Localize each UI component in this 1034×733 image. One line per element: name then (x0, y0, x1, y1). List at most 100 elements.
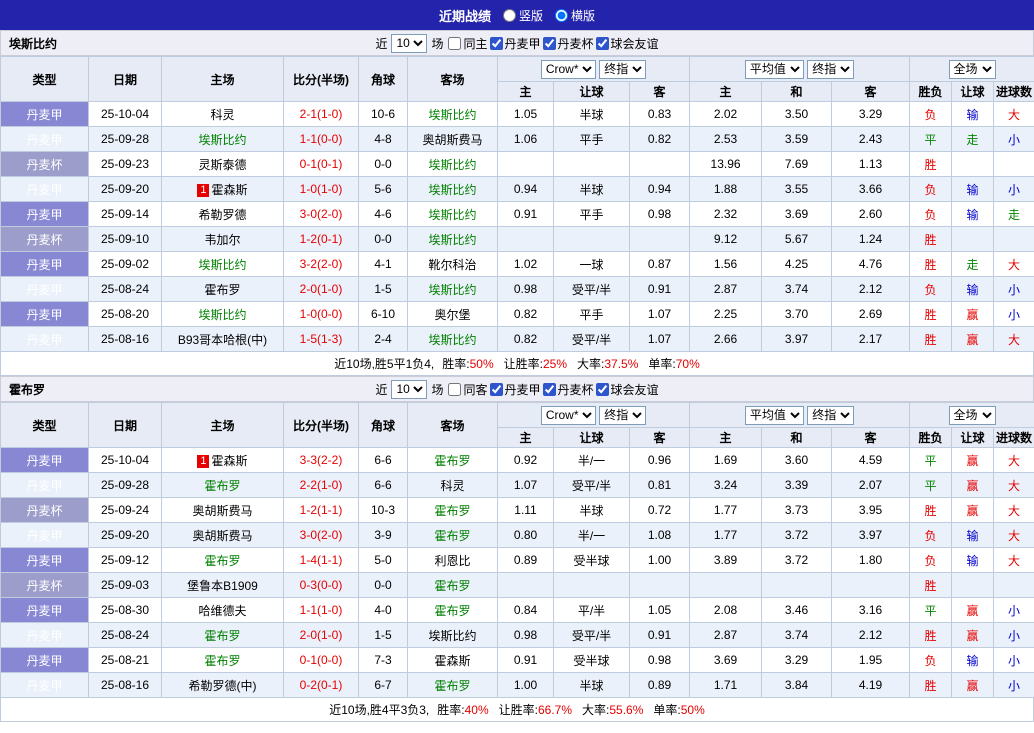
filter-checkbox[interactable]: 同客 (447, 381, 488, 398)
home-handicap-odds-cell: 1.00 (497, 672, 554, 698)
subcol-winlose: 胜负 (909, 427, 953, 448)
date-cell: 25-08-16 (88, 672, 162, 698)
euro-odds-type-select[interactable]: 平均值 (744, 59, 804, 79)
league-type-cell: 丹麦甲 (0, 301, 89, 327)
handicap-line-cell: 一球 (553, 251, 630, 277)
checkbox-input[interactable] (489, 382, 503, 396)
euro-away-odds-cell: 1.80 (831, 547, 911, 573)
home-team-name: 霍布罗 (204, 478, 241, 493)
col-header-date: 日期 (88, 56, 162, 102)
col-header-score: 比分(半场) (283, 56, 359, 102)
euro-home-odds-cell: 1.56 (689, 251, 763, 277)
handicap-result-cell: 赢 (951, 597, 995, 623)
handicap-line-cell: 受半球 (553, 547, 630, 573)
col-header-corner: 角球 (358, 402, 408, 448)
odds-company-select[interactable]: Crow* (540, 405, 596, 425)
filter-checkbox[interactable]: 同主 (447, 35, 488, 52)
odds-company-select[interactable]: Crow* (540, 59, 596, 79)
checkbox-input[interactable] (542, 382, 556, 396)
layout-radio-vertical[interactable]: 竖版 (502, 7, 543, 24)
handicap-result-cell: 输 (951, 547, 995, 573)
away-team-cell: 靴尔科治 (407, 251, 498, 277)
filter-checkbox[interactable]: 球会友谊 (595, 381, 659, 398)
col-header-away: 客场 (407, 56, 498, 102)
euro-away-odds-cell: 3.66 (831, 176, 911, 202)
euro-home-odds-cell: 2.87 (689, 276, 763, 302)
match-count-select[interactable]: 10 (391, 379, 428, 399)
away-handicap-odds-cell: 0.98 (628, 647, 691, 673)
result-scope-select[interactable]: 全场 (948, 59, 996, 79)
handicap-line-cell: 半球 (553, 101, 630, 127)
result-scope-select[interactable]: 全场 (948, 405, 996, 425)
rank-badge: 1 (197, 183, 210, 197)
handicap-line-cell (553, 572, 630, 598)
filter-checkbox[interactable]: 丹麦杯 (542, 381, 594, 398)
checkbox-input[interactable] (595, 36, 609, 50)
match-count-select[interactable]: 10 (391, 33, 428, 53)
score-cell: 0-3(0-0) (283, 572, 359, 598)
checkbox-input[interactable] (542, 36, 556, 50)
summary-stat-label: 单率: (653, 703, 681, 717)
record-summary: 近10场,胜4平3负3, 胜率:40% 让胜率:66.7% 大率:55.6% 单率:5… (0, 698, 1034, 722)
checkbox-input[interactable] (489, 36, 503, 50)
handicap-result-cell: 赢 (951, 472, 995, 498)
odds-time-select[interactable]: 终指 (599, 405, 647, 425)
score-cell: 0-2(0-1) (283, 672, 359, 698)
goals-result-cell: 大 (993, 251, 1034, 277)
score-cell: 1-2(1-1) (283, 497, 359, 523)
home-team-cell: 奥胡斯费马 (161, 497, 284, 523)
layout-radio-horizontal[interactable]: 横版 (555, 7, 595, 24)
home-team-cell: 哈维德夫 (161, 597, 284, 623)
home-team-name: 奥胡斯费马 (192, 503, 253, 518)
handicap-line-cell: 半/一 (553, 447, 630, 473)
checkbox-input[interactable] (448, 382, 462, 396)
euro-draw-odds-cell: 3.97 (761, 326, 833, 352)
team-section-header: 霍布罗 近 10 场 同客 丹麦甲 丹麦杯 球会友谊 (0, 376, 1034, 402)
away-handicap-odds-cell: 0.98 (628, 201, 691, 227)
euro-home-odds-cell: 2.25 (689, 301, 763, 327)
checkbox-input[interactable] (448, 36, 462, 50)
away-team-name: 埃斯比约 (428, 182, 477, 197)
date-cell: 25-09-20 (88, 176, 162, 202)
handicap-line-cell: 半球 (553, 672, 630, 698)
euro-odds-type-select[interactable]: 平均值 (744, 405, 804, 425)
home-team-cell: 科灵 (161, 101, 284, 127)
euro-odds-time-select[interactable]: 终指 (807, 59, 855, 79)
away-team-cell: 埃斯比约 (407, 276, 498, 302)
away-team-cell: 埃斯比约 (407, 622, 498, 648)
away-handicap-odds-cell: 1.08 (628, 522, 691, 548)
checkbox-label: 同主 (463, 36, 488, 51)
subcol-goals: 进球数 (993, 81, 1034, 102)
checkbox-label: 丹麦甲 (504, 382, 541, 397)
away-team-cell: 埃斯比约 (407, 201, 498, 227)
handicap-line-cell: 平手 (553, 201, 630, 227)
summary-stat-label: 让胜率: (498, 703, 538, 717)
euro-draw-odds-cell: 3.72 (761, 547, 833, 573)
euro-odds-group-header: 平均值 终指 (689, 56, 911, 82)
filter-checkbox[interactable]: 球会友谊 (595, 35, 659, 52)
horizontal-radio-input[interactable] (555, 8, 568, 22)
filter-checkbox[interactable]: 丹麦甲 (489, 35, 541, 52)
away-handicap-odds-cell: 0.72 (628, 497, 691, 523)
euro-away-odds-cell: 4.59 (831, 447, 911, 473)
corners-cell: 0-0 (358, 226, 408, 252)
euro-home-odds-cell: 2.53 (689, 126, 763, 152)
away-team-name: 霍布罗 (434, 503, 471, 518)
filter-checkbox[interactable]: 丹麦甲 (489, 381, 541, 398)
summary-stat: 胜率:50% (442, 355, 493, 372)
away-handicap-odds-cell: 0.96 (628, 447, 691, 473)
date-cell: 25-08-16 (88, 326, 162, 352)
away-team-name: 奥胡斯费马 (422, 132, 483, 147)
subcol-handicap-result: 让球 (951, 427, 995, 448)
euro-odds-time-select[interactable]: 终指 (807, 405, 855, 425)
away-handicap-odds-cell (628, 151, 691, 177)
date-cell: 25-09-28 (88, 126, 162, 152)
home-handicap-odds-cell: 0.94 (497, 176, 554, 202)
away-handicap-odds-cell: 0.81 (628, 472, 691, 498)
filter-checkbox[interactable]: 丹麦杯 (542, 35, 594, 52)
odds-time-select[interactable]: 终指 (599, 59, 647, 79)
vertical-radio-input[interactable] (502, 8, 516, 22)
checkbox-input[interactable] (595, 382, 609, 396)
corners-cell: 1-5 (358, 622, 408, 648)
home-team-name: 霍布罗 (204, 653, 241, 668)
